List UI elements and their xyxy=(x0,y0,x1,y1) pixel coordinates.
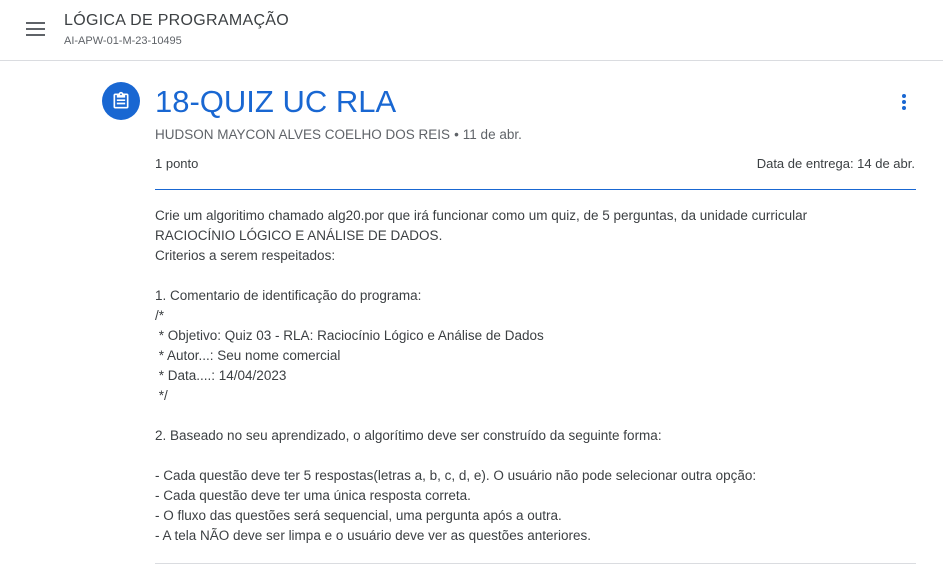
posted-date: 11 de abr. xyxy=(462,127,522,142)
header-divider xyxy=(155,189,916,190)
assignment-clipboard-icon xyxy=(102,82,140,120)
description-line: 1. Comentario de identificação do progra… xyxy=(155,288,422,303)
description-line: 2. Baseado no seu aprendizado, o algorít… xyxy=(155,428,662,443)
description-line: Criterios a serem respeitados: xyxy=(155,248,336,263)
description-line xyxy=(155,406,916,426)
description-line: RACIOCÍNIO LÓGICO E ANÁLISE DE DADOS. xyxy=(155,228,443,243)
top-bar: LÓGICA DE PROGRAMAÇÃO AI-APW-01-M-23-104… xyxy=(0,0,943,61)
points-label: 1 ponto xyxy=(155,156,199,171)
assignment-description: Crie um algoritimo chamado alg20.por que… xyxy=(155,206,916,546)
description-line: Crie um algoritimo chamado alg20.por que… xyxy=(155,208,808,223)
description-line: * Data....: 14/04/2023 xyxy=(155,368,287,383)
description-line: /* xyxy=(155,308,165,323)
course-title[interactable]: LÓGICA DE PROGRAMAÇÃO xyxy=(64,12,289,30)
description-line: - O fluxo das questões será sequencial, … xyxy=(155,508,562,523)
description-line: - Cada questão deve ter 5 respostas(letr… xyxy=(155,468,757,483)
meta-separator: • xyxy=(454,127,459,142)
description-line xyxy=(155,446,916,466)
due-date: Data de entrega: 14 de abr. xyxy=(756,156,915,171)
assignment-meta: HUDSON MAYCON ALVES COELHO DOS REIS • 11 d… xyxy=(155,127,522,142)
description-line: - A tela NÃO deve ser limpa e o usuário … xyxy=(155,528,591,543)
description-line: * Objetivo: Quiz 03 - RLA: Raciocínio Ló… xyxy=(155,328,544,343)
course-code: AI-APW-01-M-23-10495 xyxy=(64,35,182,47)
author-name: HUDSON MAYCON ALVES COELHO DOS REIS xyxy=(155,127,451,142)
description-line: * Autor...: Seu nome comercial xyxy=(155,348,341,363)
description-line xyxy=(155,266,916,286)
more-vertical-icon[interactable] xyxy=(894,89,914,115)
description-line: */ xyxy=(155,388,168,403)
description-line: - Cada questão deve ter uma única respos… xyxy=(155,488,471,503)
assignment-title: 18-QUIZ UC RLA xyxy=(155,84,397,119)
hamburger-menu-icon[interactable] xyxy=(22,17,50,41)
